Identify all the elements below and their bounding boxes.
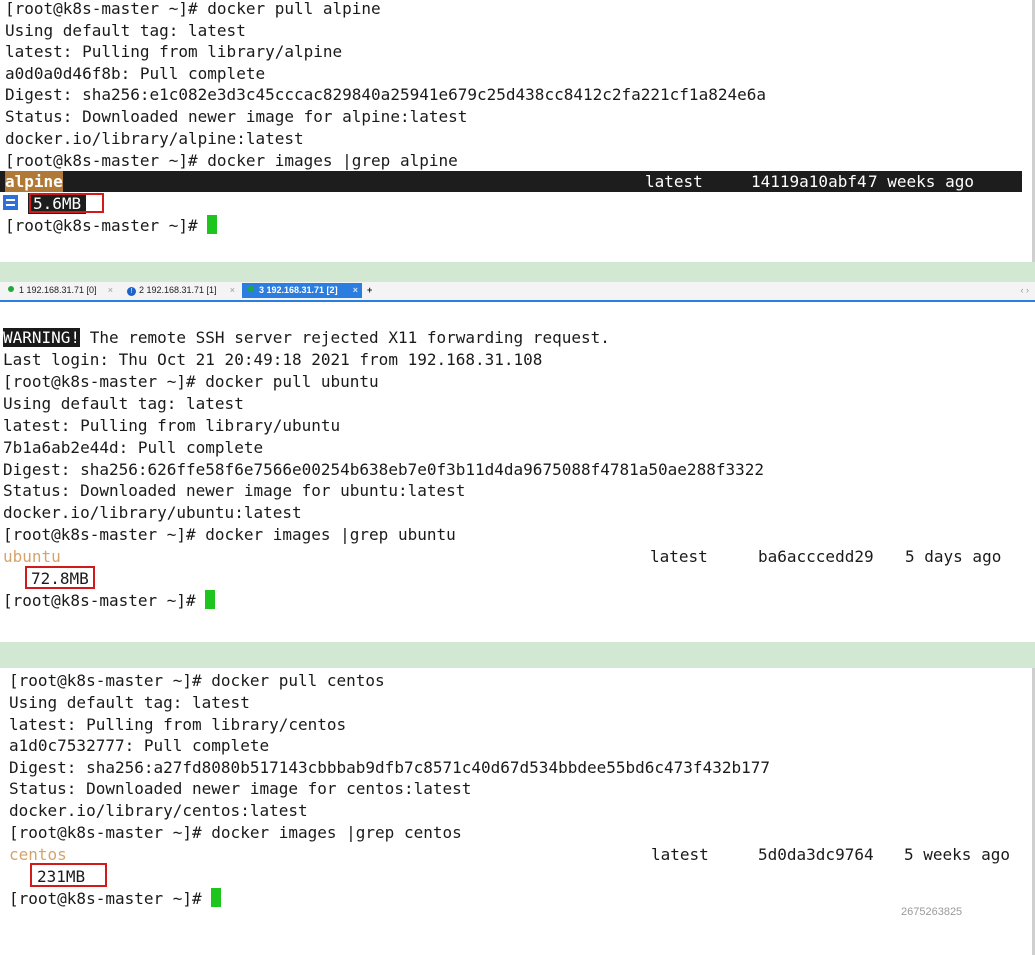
- terminal-line: latest: Pulling from library/ubuntu: [3, 416, 341, 435]
- close-icon[interactable]: ×: [230, 283, 235, 298]
- pane-separator: [0, 262, 1035, 282]
- image-id: ba6acccedd29: [758, 547, 874, 566]
- image-repo: centos: [9, 845, 67, 864]
- terminal-cursor: [205, 590, 216, 609]
- terminal-line: docker.io/library/centos:latest: [9, 801, 308, 820]
- terminal-cursor: [211, 888, 222, 907]
- new-tab-button[interactable]: +: [364, 283, 378, 298]
- tab-scroll-arrows-icon[interactable]: ‹ ›: [1021, 285, 1030, 295]
- terminal-line: Using default tag: latest: [9, 693, 250, 712]
- terminal-pane-ubuntu[interactable]: WARNING! The remote SSH server rejected …: [0, 302, 1035, 881]
- image-created: 5 weeks ago: [904, 845, 1010, 864]
- size-highlight-box: [29, 193, 104, 213]
- image-id: 14119a10abf4: [751, 172, 867, 191]
- image-tag: latest: [650, 547, 708, 566]
- terminal-line: Using default tag: latest: [5, 21, 246, 40]
- terminal-prompt: [root@k8s-master ~]#: [3, 590, 216, 611]
- tab-session-2[interactable]: ! 2 192.168.31.71 [1] ×: [121, 283, 239, 298]
- watermark: 2675263825: [901, 906, 963, 918]
- terminal-line: Status: Downloaded newer image for ubunt…: [3, 481, 466, 500]
- warning-tag: WARNING!: [3, 328, 81, 347]
- size-highlight-box: [25, 566, 95, 589]
- terminal-cursor: [207, 215, 218, 234]
- pane-separator: [0, 642, 1035, 668]
- image-id: 5d0da3dc9764: [758, 845, 874, 864]
- connected-dot-icon: [248, 286, 254, 292]
- terminal-line: a1d0c7532777: Pull complete: [9, 736, 270, 755]
- terminal-line: latest: Pulling from library/centos: [9, 715, 347, 734]
- terminal-line: [root@k8s-master ~]# docker pull centos: [9, 671, 385, 690]
- terminal-line: [root@k8s-master ~]# docker pull ubuntu: [3, 372, 379, 391]
- terminal-line: docker.io/library/alpine:latest: [5, 129, 304, 148]
- image-created: 7 weeks ago: [868, 172, 974, 191]
- terminal-pane-alpine[interactable]: [root@k8s-master ~]# docker pull alpine …: [0, 0, 1035, 262]
- tab-session-3[interactable]: 3 192.168.31.71 [2] ×: [242, 283, 362, 298]
- image-tag: latest: [651, 845, 709, 864]
- terminal-line: [root@k8s-master ~]# docker pull alpine: [5, 0, 381, 18]
- terminal-line: Digest: sha256:626ffe58f6e7566e00254b638…: [3, 460, 764, 479]
- terminal-line: Last login: Thu Oct 21 20:49:18 2021 fro…: [3, 350, 543, 369]
- terminal-line: WARNING! The remote SSH server rejected …: [3, 328, 610, 347]
- terminal-pane-centos[interactable]: [root@k8s-master ~]# docker pull centos …: [0, 668, 1035, 955]
- image-repo: ubuntu: [3, 547, 61, 566]
- terminal-line: latest: Pulling from library/alpine: [5, 42, 343, 61]
- info-icon: !: [127, 287, 136, 296]
- terminal-line: Using default tag: latest: [3, 394, 244, 413]
- session-tab-bar: 1 192.168.31.71 [0] × ! 2 192.168.31.71 […: [0, 282, 1035, 302]
- image-repo: alpine: [5, 171, 63, 192]
- image-created: 5 days ago: [905, 547, 1002, 566]
- terminal-line: 7b1a6ab2e44d: Pull complete: [3, 438, 264, 457]
- terminal-line: [root@k8s-master ~]# docker images |grep…: [9, 823, 462, 842]
- terminal-line: Status: Downloaded newer image for alpin…: [5, 107, 468, 126]
- terminal-line: [root@k8s-master ~]# docker images |grep…: [5, 151, 458, 170]
- connected-dot-icon: [8, 286, 14, 292]
- terminal-prompt: [root@k8s-master ~]#: [5, 215, 218, 236]
- terminal-prompt: [root@k8s-master ~]#: [9, 888, 222, 909]
- terminal-line: Digest: sha256:e1c082e3d3c45cccac829840a…: [5, 85, 766, 104]
- image-tag: latest: [645, 172, 703, 191]
- terminal-line: docker.io/library/ubuntu:latest: [3, 503, 302, 522]
- list-icon: [3, 195, 18, 210]
- terminal-line: Digest: sha256:a27fd8080b517143cbbbab9df…: [9, 758, 770, 777]
- close-icon[interactable]: ×: [108, 283, 113, 298]
- terminal-line: a0d0a0d46f8b: Pull complete: [5, 64, 266, 83]
- size-highlight-box: [30, 863, 107, 887]
- terminal-line: Status: Downloaded newer image for cento…: [9, 779, 472, 798]
- tab-session-1[interactable]: 1 192.168.31.71 [0] ×: [2, 283, 117, 298]
- terminal-line: [root@k8s-master ~]# docker images |grep…: [3, 525, 456, 544]
- close-icon[interactable]: ×: [353, 283, 358, 298]
